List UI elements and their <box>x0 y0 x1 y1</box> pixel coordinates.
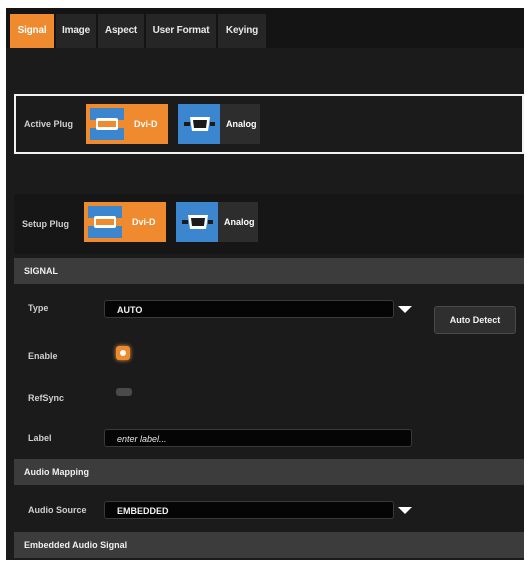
setup-plug-dvi-button[interactable]: Dvi-D <box>84 202 166 242</box>
audio-source-dropdown-chevron-icon[interactable] <box>398 507 412 514</box>
embedded-audio-section-header: Embedded Audio Signal <box>14 532 524 558</box>
audio-source-select[interactable]: EMBEDDED <box>104 501 394 519</box>
setup-plug-analog-button[interactable]: Analog <box>176 202 258 242</box>
tab-aspect[interactable]: Aspect <box>98 14 144 48</box>
refsync-label: RefSync <box>28 393 65 403</box>
tab-image[interactable]: Image <box>56 14 96 48</box>
toggle-dot-icon <box>120 350 126 356</box>
active-plug-dvi-label: Dvi-D <box>128 104 168 144</box>
dvi-connector-icon <box>84 202 126 242</box>
tab-signal[interactable]: Signal <box>10 14 54 48</box>
active-plug-dvi-button[interactable]: Dvi-D <box>86 104 168 144</box>
enable-toggle[interactable] <box>116 346 130 360</box>
active-plug-analog-button[interactable]: Analog <box>178 104 260 144</box>
active-plug-label: Active Plug <box>24 119 74 129</box>
tab-bar: Signal Image Aspect User Format Keying <box>6 8 524 48</box>
dvi-connector-icon <box>86 104 128 144</box>
active-plug-analog-label: Analog <box>220 104 260 144</box>
vga-connector-icon <box>176 202 218 242</box>
type-dropdown-chevron-icon[interactable] <box>398 306 412 313</box>
label-label: Label <box>28 433 52 443</box>
setup-plug-row: Setup Plug Dvi-D Analog <box>14 194 524 254</box>
setup-plug-label: Setup Plug <box>22 219 69 229</box>
audio-source-label: Audio Source <box>28 505 87 515</box>
audio-mapping-section-header: Audio Mapping <box>14 459 524 485</box>
tab-keying[interactable]: Keying <box>218 14 266 48</box>
enable-label: Enable <box>28 351 58 361</box>
signal-section-header: SIGNAL <box>14 258 524 284</box>
signal-settings-panel: Signal Image Aspect User Format Keying A… <box>6 8 524 560</box>
type-label: Type <box>28 303 49 313</box>
type-select[interactable]: AUTO <box>104 300 394 318</box>
auto-detect-button[interactable]: Auto Detect <box>434 306 516 334</box>
refsync-toggle[interactable] <box>116 388 132 396</box>
label-input[interactable]: enter label... <box>104 429 412 447</box>
setup-plug-analog-label: Analog <box>218 202 258 242</box>
tab-user-format[interactable]: User Format <box>146 14 216 48</box>
active-plug-row: Active Plug Dvi-D Analog <box>14 94 524 154</box>
setup-plug-dvi-label: Dvi-D <box>126 202 166 242</box>
vga-connector-icon <box>178 104 220 144</box>
